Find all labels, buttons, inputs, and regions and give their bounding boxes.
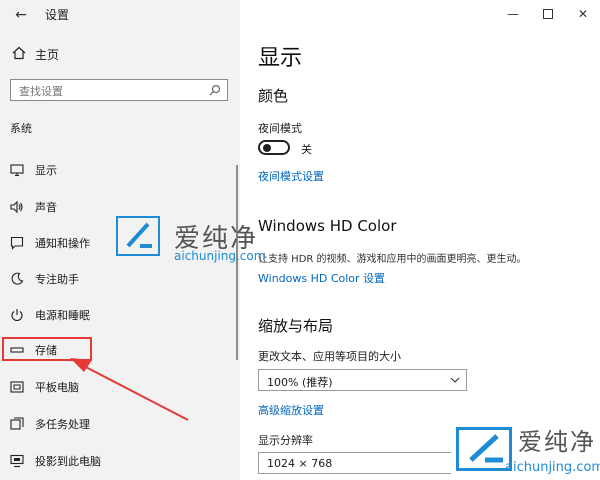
annotation-arrow [70,358,189,421]
